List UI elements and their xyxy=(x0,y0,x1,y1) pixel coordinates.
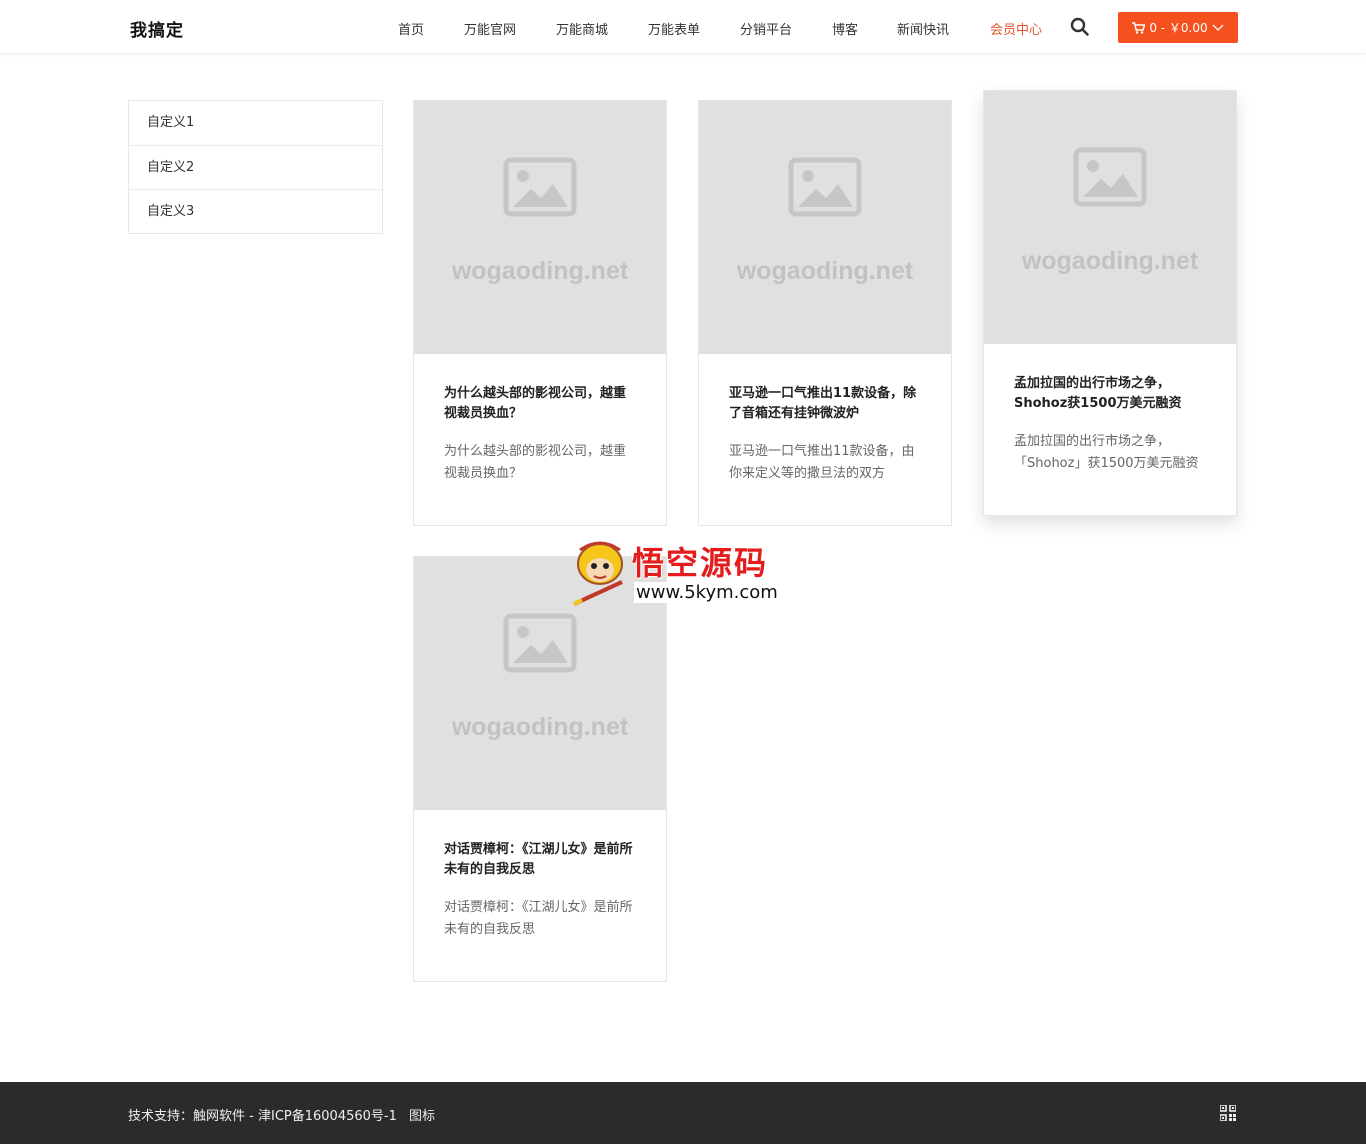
search-icon[interactable] xyxy=(1070,17,1090,37)
watermark-url: www.5kym.com xyxy=(634,582,780,603)
footer-separator: - xyxy=(245,1109,258,1124)
sidebar-item-custom2[interactable]: 自定义2 xyxy=(129,145,382,189)
footer-icon-link[interactable]: 图标 xyxy=(409,1109,435,1124)
nav-item-blog[interactable]: 博客 xyxy=(832,19,858,38)
nav-item-form[interactable]: 万能表单 xyxy=(648,19,700,38)
article-summary: 为什么越头部的影视公司，越重视裁员换血？ xyxy=(444,444,627,481)
thumbnail-watermark-text: wogaoding.net xyxy=(451,713,629,741)
cart-icon xyxy=(1132,21,1146,34)
article-thumbnail[interactable]: wogaoding.net xyxy=(984,91,1236,344)
chevron-down-icon xyxy=(1212,24,1224,32)
footer-icp-link[interactable]: 津ICP备16004560号-1 xyxy=(258,1109,397,1124)
image-placeholder-icon xyxy=(503,157,577,217)
thumbnail-watermark-text: wogaoding.net xyxy=(1021,247,1199,275)
image-placeholder-icon xyxy=(788,157,862,217)
sidebar-item-custom1[interactable]: 自定义1 xyxy=(129,101,382,145)
article-summary: 对话贾樟柯：《江湖儿女》是前所未有的自我反思 xyxy=(444,900,633,937)
nav-item-home[interactable]: 首页 xyxy=(398,19,424,38)
nav-item-member-center[interactable]: 会员中心 xyxy=(990,19,1042,38)
sidebar: 自定义1 自定义2 自定义3 xyxy=(128,100,383,234)
thumbnail-watermark-text: wogaoding.net xyxy=(736,257,914,285)
nav-item-website[interactable]: 万能官网 xyxy=(464,19,516,38)
nav-item-mall[interactable]: 万能商城 xyxy=(556,19,608,38)
article-title[interactable]: 孟加拉国的出行市场之争，Shohoz获1500万美元融资 xyxy=(1014,374,1206,414)
watermark-title: 悟空源码 xyxy=(632,544,769,582)
footer-info: 技术支持：触网软件 - 津ICP备16004560号-1 图标 xyxy=(128,1105,435,1124)
article-title[interactable]: 亚马逊一口气推出11款设备，除了音箱还有挂钟微波炉 xyxy=(729,384,921,424)
thumbnail-watermark-text: wogaoding.net xyxy=(451,257,629,285)
watermark-overlay: 悟空源码 www.5kym.com xyxy=(570,538,800,610)
monkey-mascot-icon xyxy=(573,541,623,606)
article-card[interactable]: wogaoding.net 孟加拉国的出行市场之争，Shohoz获1500万美元… xyxy=(983,90,1237,516)
nav-item-distribution[interactable]: 分销平台 xyxy=(740,19,792,38)
qrcode-icon[interactable] xyxy=(1219,1104,1237,1125)
image-placeholder-icon xyxy=(1073,147,1147,207)
article-summary: 亚马逊一口气推出11款设备，由你来定义等的撒旦法的双方 xyxy=(729,444,915,481)
cart-button[interactable]: 0 - ￥0.00 xyxy=(1118,12,1238,43)
article-card[interactable]: wogaoding.net 亚马逊一口气推出11款设备，除了音箱还有挂钟微波炉 … xyxy=(698,100,952,526)
image-placeholder-icon xyxy=(503,613,577,673)
footer-support-link[interactable]: 技术支持：触网软件 xyxy=(128,1109,245,1124)
article-title[interactable]: 为什么越头部的影视公司，越重视裁员换血？ xyxy=(444,384,636,424)
article-card[interactable]: wogaoding.net 对话贾樟柯：《江湖儿女》是前所未有的自我反思 对话贾… xyxy=(413,556,667,982)
cart-summary: 0 - ￥0.00 xyxy=(1149,21,1208,35)
nav-item-news[interactable]: 新闻快讯 xyxy=(897,19,949,38)
article-thumbnail[interactable]: wogaoding.net xyxy=(699,101,951,354)
article-thumbnail[interactable]: wogaoding.net xyxy=(414,101,666,354)
article-summary: 孟加拉国的出行市场之争，「Shohoz」获1500万美元融资 xyxy=(1014,434,1199,471)
site-footer: 技术支持：触网软件 - 津ICP备16004560号-1 图标 xyxy=(0,1082,1366,1144)
site-logo[interactable]: 我搞定 xyxy=(130,16,184,41)
article-card[interactable]: wogaoding.net 为什么越头部的影视公司，越重视裁员换血？ 为什么越头… xyxy=(413,100,667,526)
article-title[interactable]: 对话贾樟柯：《江湖儿女》是前所未有的自我反思 xyxy=(444,840,636,880)
sidebar-item-custom3[interactable]: 自定义3 xyxy=(129,189,382,233)
site-header: 我搞定 首页 万能官网 万能商城 万能表单 分销平台 博客 新闻快讯 会员中心 … xyxy=(0,0,1366,53)
